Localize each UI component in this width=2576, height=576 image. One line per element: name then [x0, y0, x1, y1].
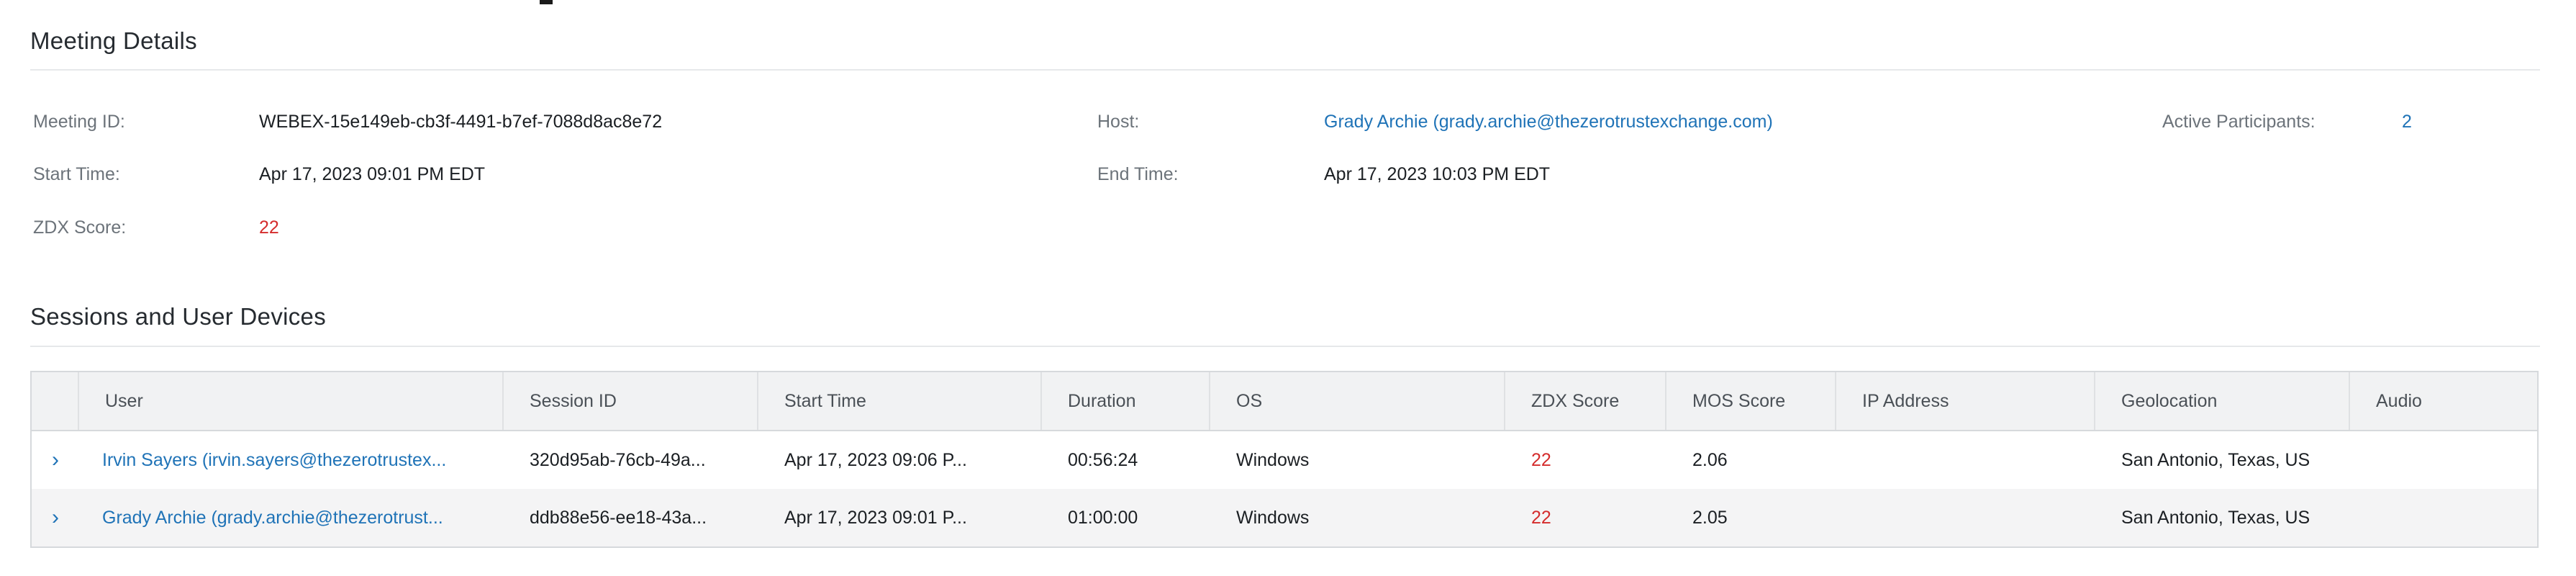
sessions-divider [30, 346, 2540, 347]
meeting-id-value: WEBEX-15e149eb-cb3f-4491-b7ef-7088d8ac8e… [259, 112, 663, 132]
os-cell: Windows [1236, 507, 1310, 528]
end-time-label: End Time: [1097, 164, 1179, 184]
mos-score-cell: 2.05 [1692, 507, 1728, 528]
os-cell: Windows [1236, 449, 1310, 470]
user-link[interactable]: Grady Archie (grady.archie@thezerotrust.… [79, 489, 504, 546]
cropped-heading-fragment [540, 0, 553, 4]
sessions-title: Sessions and User Devices [30, 303, 327, 330]
column-header-geolocation[interactable]: Geolocation [2095, 372, 2350, 430]
column-header-os[interactable]: OS [1210, 372, 1505, 430]
column-header-audio[interactable]: Audio [2350, 372, 2537, 430]
duration-cell: 00:56:24 [1068, 449, 1138, 470]
geolocation-cell: San Antonio, Texas, US [2121, 507, 2310, 528]
zdx-score-cell: 22 [1531, 507, 1551, 528]
meeting-id-label: Meeting ID: [33, 112, 125, 132]
column-header-mos-score[interactable]: MOS Score [1666, 372, 1836, 430]
ip-address-cell [1836, 489, 2095, 546]
start-time-cell: Apr 17, 2023 09:01 P... [784, 507, 967, 528]
session-id-cell: 320d95ab-76cb-49a... [530, 449, 706, 470]
meeting-details-divider [30, 69, 2540, 71]
ip-address-cell [1836, 431, 2095, 489]
mos-score-cell: 2.06 [1692, 449, 1728, 470]
table-header: User Session ID Start Time Duration OS Z… [32, 372, 2537, 431]
column-header-session-id[interactable]: Session ID [504, 372, 758, 430]
audio-cell [2350, 489, 2537, 546]
host-label: Host: [1097, 112, 1140, 132]
start-time-value: Apr 17, 2023 09:01 PM EDT [259, 164, 486, 184]
zdx-score-value: 22 [259, 217, 279, 238]
column-header-ip-address[interactable]: IP Address [1836, 372, 2095, 430]
host-link[interactable]: Grady Archie (grady.archie@thezerotruste… [1324, 112, 1773, 132]
active-participants-label: Active Participants: [2162, 112, 2316, 132]
column-header-user[interactable]: User [79, 372, 504, 430]
audio-cell [2350, 431, 2537, 489]
column-header-start-time[interactable]: Start Time [758, 372, 1042, 430]
chevron-right-icon[interactable]: › [32, 489, 79, 546]
geolocation-cell: San Antonio, Texas, US [2121, 449, 2310, 470]
user-link[interactable]: Irvin Sayers (irvin.sayers@thezerotruste… [79, 431, 504, 489]
start-time-cell: Apr 17, 2023 09:06 P... [784, 449, 967, 470]
column-header-duration[interactable]: Duration [1042, 372, 1210, 430]
column-header-zdx-score[interactable]: ZDX Score [1505, 372, 1666, 430]
expand-column-header [32, 372, 79, 430]
active-participants-value[interactable]: 2 [2402, 112, 2412, 132]
zdx-score-cell: 22 [1531, 449, 1551, 470]
meeting-details-title: Meeting Details [30, 27, 197, 54]
duration-cell: 01:00:00 [1068, 507, 1138, 528]
table-row: › Irvin Sayers (irvin.sayers@thezerotrus… [32, 431, 2537, 489]
end-time-value: Apr 17, 2023 10:03 PM EDT [1324, 164, 1551, 184]
chevron-right-icon[interactable]: › [32, 431, 79, 489]
sessions-table: User Session ID Start Time Duration OS Z… [30, 371, 2539, 548]
start-time-label: Start Time: [33, 164, 120, 184]
zdx-score-label: ZDX Score: [33, 217, 127, 238]
table-row: › Grady Archie (grady.archie@thezerotrus… [32, 489, 2537, 546]
session-id-cell: ddb88e56-ee18-43a... [530, 507, 707, 528]
